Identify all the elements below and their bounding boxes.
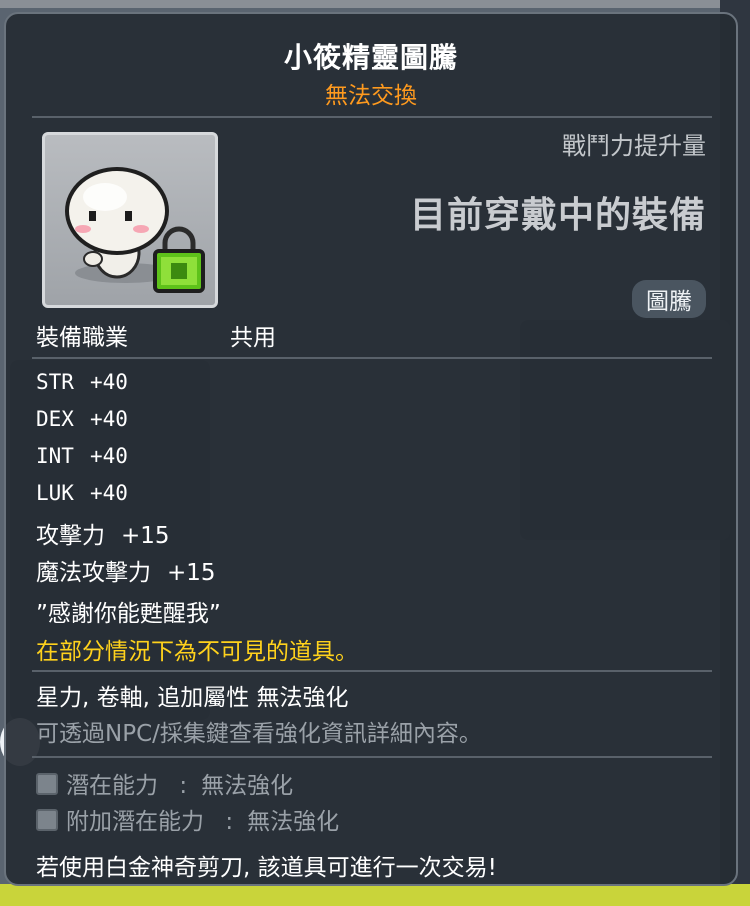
stat-row: DEX +40: [36, 407, 128, 431]
potential-label: 潛在能力: [66, 773, 158, 799]
job-value: 共用: [230, 325, 276, 351]
stat-name: 攻擊力: [36, 523, 105, 549]
lock-icon: [153, 226, 205, 293]
background-toolbar: [0, 0, 750, 8]
potential-bullet-icon: [36, 809, 58, 831]
stat-value: +15: [121, 523, 170, 549]
combat-power-label: 戰鬥力提升量: [562, 132, 706, 160]
enhance-info-hint: 可透過NPC/採集鍵查看強化資訊詳細內容。: [36, 721, 482, 747]
divider: [32, 756, 712, 758]
trade-scissors-hint: 若使用白金神奇剪刀, 該道具可進行一次交易!: [36, 855, 497, 881]
job-label: 裝備職業: [36, 325, 128, 351]
stat-row: INT +40: [36, 444, 128, 468]
stat-value: +40: [89, 407, 128, 431]
equipped-status: 目前穿戴中的裝備: [409, 195, 706, 236]
stat-name: INT: [36, 444, 74, 468]
item-tooltip: 小筱精靈圖騰 無法交換 戰鬥力提升量 目前穿戴中的裝備 圖騰 裝備職業 共用 S…: [4, 12, 738, 886]
potential-separator: :: [225, 809, 234, 835]
invisible-notice: 在部分情況下為不可見的道具。: [36, 639, 358, 665]
stat-row: 魔法攻擊力 +15: [36, 553, 216, 587]
stat-value: +40: [89, 370, 128, 394]
stat-row: LUK +40: [36, 481, 128, 505]
stat-value: +15: [167, 560, 216, 586]
divider: [32, 116, 712, 118]
stat-value: +40: [89, 481, 128, 505]
item-description: ”感謝你能甦醒我”: [36, 601, 221, 627]
divider: [32, 670, 712, 672]
stat-name: LUK: [36, 481, 74, 505]
stat-name: DEX: [36, 407, 74, 431]
item-icon-frame: [42, 132, 218, 308]
potential-separator: :: [179, 773, 188, 799]
background-status-bar: [0, 884, 750, 906]
stat-value: +40: [89, 444, 128, 468]
additional-potential-status: 無法強化: [247, 809, 340, 835]
stat-row: STR +40: [36, 370, 128, 394]
stat-row: 攻擊力 +15: [36, 516, 170, 550]
trade-status: 無法交換: [325, 83, 417, 109]
item-name: 小筱精靈圖騰: [283, 41, 458, 74]
stat-name: 魔法攻擊力: [36, 560, 151, 586]
enhance-restriction: 星力, 卷軸, 追加屬性 無法強化: [36, 685, 349, 711]
divider: [32, 357, 712, 359]
spirit-totem-icon: [65, 167, 205, 293]
potential-bullet-icon: [36, 773, 58, 795]
category-badge: 圖騰: [632, 280, 706, 318]
additional-potential-label: 附加潛在能力: [66, 809, 204, 835]
additional-potential-row: 附加潛在能力 : 無法強化: [36, 802, 339, 836]
potential-row: 潛在能力 : 無法強化: [36, 766, 293, 800]
potential-status: 無法強化: [201, 773, 294, 799]
stat-name: STR: [36, 370, 74, 394]
